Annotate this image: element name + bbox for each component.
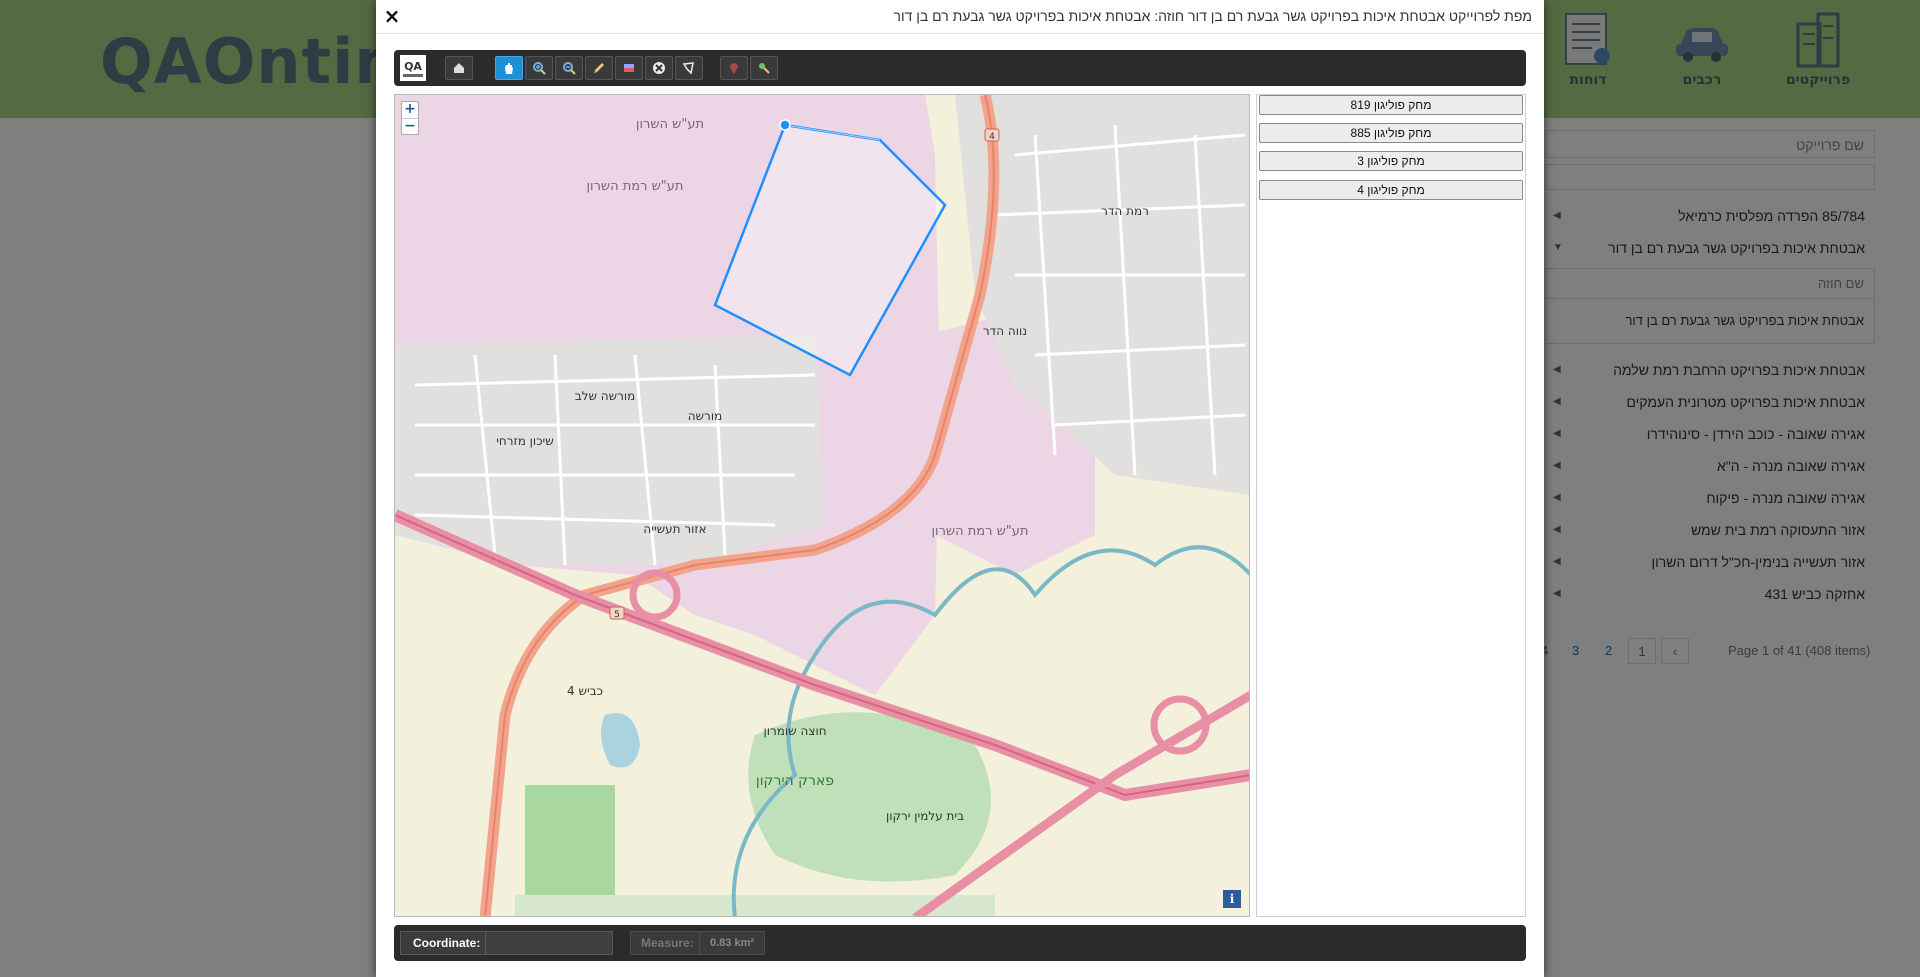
- qa-logo-svg: QA: [400, 55, 426, 81]
- svg-text:5: 5: [614, 610, 620, 620]
- coordinate-label: Coordinate:: [400, 931, 494, 955]
- residential-west: [395, 335, 825, 565]
- zoom-out-icon: [563, 62, 576, 75]
- route-button[interactable]: [750, 56, 778, 80]
- coordinate-field[interactable]: [485, 931, 613, 955]
- label-cemetery: בית עלמין ירקון: [886, 809, 964, 823]
- map-toolbar: QA: [394, 50, 1526, 86]
- label-neve-hadar: נווה הדר: [983, 324, 1027, 338]
- zoom-in-button[interactable]: [525, 56, 553, 80]
- marker-icon: [730, 63, 738, 74]
- map-view[interactable]: תע"ש השרון תע"ש רמת השרון תע"ש רמת השרון…: [394, 94, 1250, 917]
- polygon-vertex-handle[interactable]: [779, 119, 791, 131]
- measure-value: 0.83 km²: [699, 931, 766, 955]
- svg-text:4: 4: [989, 132, 995, 142]
- label-ramat-hadar: רמת הדר: [1101, 204, 1149, 218]
- clear-icon: [653, 62, 665, 74]
- label-ramat-industrial-south: תע"ש רמת השרון: [932, 524, 1029, 539]
- clear-button[interactable]: [645, 56, 673, 80]
- map-zoom-out-button[interactable]: −: [402, 118, 418, 134]
- route-icon: [759, 63, 770, 74]
- map-zoom-in-button[interactable]: +: [402, 102, 418, 118]
- draw-button[interactable]: [585, 56, 613, 80]
- delete-polygon-button[interactable]: מחק פוליגון 885: [1259, 123, 1523, 143]
- label-ramat-industrial: תע"ש רמת השרון: [587, 179, 684, 194]
- zoom-control: + −: [401, 101, 419, 135]
- marker-button[interactable]: [720, 56, 748, 80]
- label-shikun-mizrachi: שיכון מזרחי: [496, 434, 554, 448]
- polygon-button[interactable]: [675, 56, 703, 80]
- label-morasha-stage: מורשה שלב: [575, 389, 636, 403]
- measure-label: Measure:: [630, 931, 705, 955]
- info-icon[interactable]: i: [1223, 890, 1241, 908]
- road-shield-5: 5: [609, 606, 625, 620]
- label-route-4: כביש 4: [567, 684, 603, 698]
- zoom-out-button[interactable]: [555, 56, 583, 80]
- park-area: [525, 785, 615, 895]
- pan-button[interactable]: [495, 56, 523, 80]
- map-canvas[interactable]: תע"ש השרון תע"ש רמת השרון תע"ש רמת השרון…: [395, 95, 1250, 917]
- map-status-bar: Coordinate: Measure: 0.83 km²: [394, 925, 1526, 961]
- dialog-title: מפת לפרוייקט אבטחת איכות בפרויקט גשר גבע…: [893, 8, 1532, 24]
- layers-button[interactable]: [615, 56, 643, 80]
- polygon-list-panel: מחק פוליגון 819 מחק פוליגון 885 מחק פולי…: [1256, 94, 1526, 917]
- label-industrial-zone: אזור תעשייה: [643, 522, 706, 536]
- close-icon[interactable]: ×: [380, 4, 404, 28]
- delete-polygon-button[interactable]: מחק פוליגון 4: [1259, 180, 1523, 200]
- layers-icon: [624, 64, 634, 72]
- label-shomron: חוצה שומרון: [763, 724, 826, 738]
- dialog-titlebar: × מפת לפרוייקט אבטחת איכות בפרויקט גשר ג…: [376, 0, 1544, 34]
- pan-hand-icon: [505, 63, 513, 74]
- draw-pencil-icon: [594, 63, 604, 73]
- map-dialog: × מפת לפרוייקט אבטחת איכות בפרויקט גשר ג…: [376, 0, 1544, 977]
- label-north-industrial: תע"ש השרון: [636, 117, 704, 132]
- label-morasha: מורשה: [688, 409, 723, 423]
- toolbar-logo-text: QA: [404, 60, 422, 73]
- road-shield-4: 4: [984, 128, 1000, 142]
- zoom-in-icon: [533, 62, 546, 75]
- label-park: פארק הירקון: [756, 773, 834, 789]
- home-button[interactable]: [445, 56, 473, 80]
- delete-polygon-button[interactable]: מחק פוליגון 3: [1259, 151, 1523, 171]
- delete-polygon-button[interactable]: מחק פוליגון 819: [1259, 95, 1523, 115]
- polygon-icon: [682, 62, 694, 75]
- qa-logo-icon: QA: [400, 55, 426, 81]
- home-icon: [454, 63, 464, 73]
